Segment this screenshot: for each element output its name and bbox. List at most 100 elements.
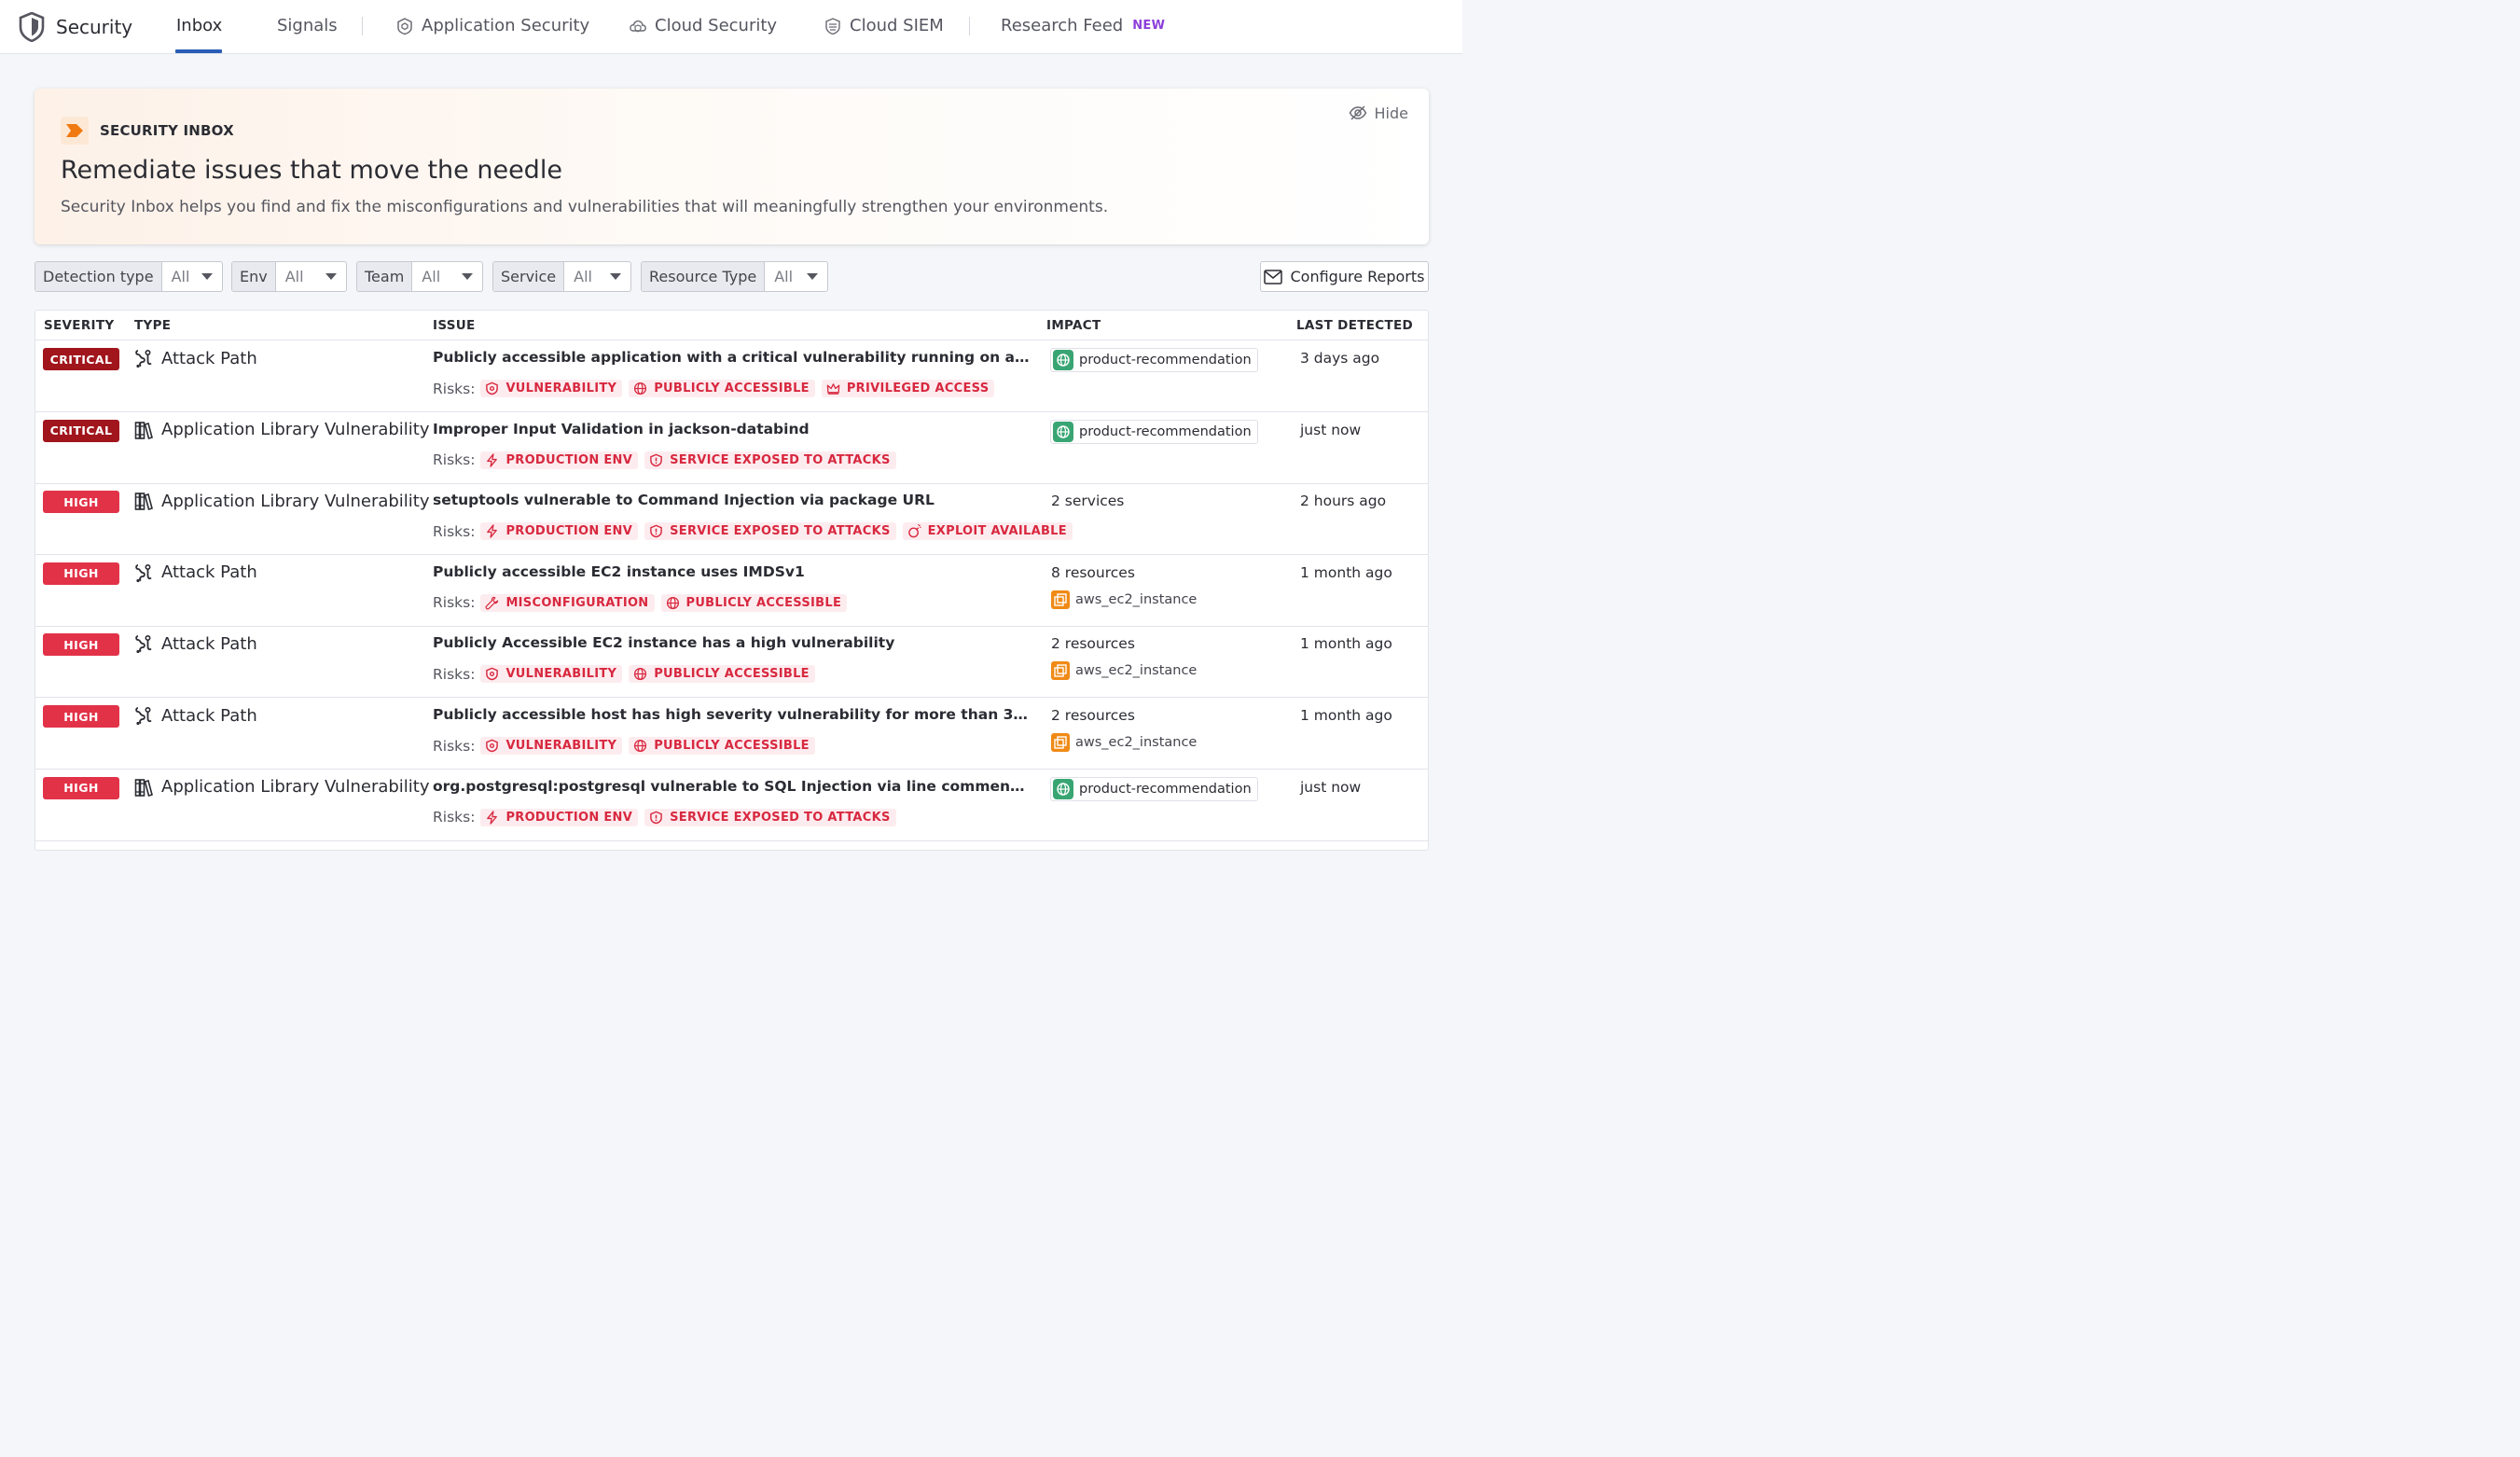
aws-ec2-icon [1051,590,1070,609]
tab-signals[interactable]: Signals [277,16,338,35]
nav-separator [362,17,363,35]
issue-title[interactable]: Publicly accessible host has high severi… [433,706,1030,723]
risks-label: Risks: [433,809,476,826]
impact-count[interactable]: 2 resources [1051,635,1135,652]
impact-service-pill[interactable]: product-recommendation [1050,348,1258,372]
vulnerability-icon [485,382,505,395]
last-detected: 1 month ago [1300,707,1392,724]
impact-count[interactable]: 8 resources [1051,564,1135,581]
risk-label: EXPLOIT AVAILABLE [927,524,1067,539]
filter-label: Env [232,262,276,291]
resource-type-label: aws_ec2_instance [1075,663,1198,679]
issue-title[interactable]: setuptools vulnerable to Command Injecti… [433,492,1030,508]
filter-detection-type[interactable]: Detection type All [35,261,223,292]
filter-value: All [171,268,190,285]
last-detected: 1 month ago [1300,635,1392,653]
issue-type: Application Library Vulnerability [134,491,430,511]
table-row[interactable]: HIGH Attack Path Publicly accessible host … [35,698,1428,770]
filter-env[interactable]: Env All [231,261,347,292]
issue-title[interactable]: Publicly accessible EC2 instance uses IM… [433,563,1030,580]
library-icon [134,777,161,798]
attack-path-icon [134,348,161,368]
tab-inbox[interactable]: Inbox [176,16,222,35]
issue-title[interactable]: Publicly accessible application with a c… [433,349,1030,366]
caret-down-icon [807,273,818,280]
banner-kicker: SECURITY INBOX [100,122,234,139]
filter-select[interactable]: All [564,262,630,291]
last-detected: 2 hours ago [1300,493,1387,510]
filter-select[interactable]: All [412,262,482,291]
siem-shield-icon [824,17,842,35]
banner-description: Security Inbox helps you find and fix th… [61,198,1109,216]
last-detected: just now [1300,778,1362,796]
table-row[interactable]: HIGH Attack Path Publicly accessible EC2 i… [35,555,1428,627]
column-header-last-detected[interactable]: LAST DETECTED [1296,318,1413,333]
tab-application-security[interactable]: Application Security [395,16,589,35]
risk-label: MISCONFIGURATION [505,595,649,610]
inbox-badge [61,117,89,145]
issue-type: Attack Path [134,705,257,726]
type-label: Attack Path [161,705,257,726]
brand[interactable]: Security [19,11,132,43]
impact-resource[interactable]: aws_ec2_instance [1051,733,1197,752]
risk-label: PRODUCTION ENV [505,810,633,825]
risk-chip: PRODUCTION ENV [480,808,639,826]
caret-down-icon [325,273,337,280]
tab-cloud-siem[interactable]: Cloud SIEM [824,16,944,35]
impact-service-pill[interactable]: product-recommendation [1050,776,1258,801]
tab-label: Cloud Security [655,16,778,35]
shield-alert-icon [649,811,670,825]
filter-value: All [422,268,441,285]
risk-label: PUBLICLY ACCESSIBLE [654,382,810,395]
column-header-issue[interactable]: ISSUE [433,318,476,333]
table-row[interactable]: HIGH Application Library Vulnerability org… [35,770,1428,841]
risks: Risks: VULNERABILITY PUBLICLY ACCESSIBLE PR… [433,380,1001,397]
tab-research-feed[interactable]: Research Feed NEW [1001,16,1165,35]
issue-title[interactable]: Publicly Accessible EC2 instance has a h… [433,634,1030,651]
configure-reports-button[interactable]: Configure Reports [1260,261,1429,292]
table-row[interactable]: CRITICAL Application Library Vulnerabilit… [35,412,1428,484]
table-row[interactable]: HIGH Attack Path Publicly Accessible EC2 i… [35,626,1428,699]
issue-title[interactable]: Improper Input Validation in jackson-dat… [433,421,1030,437]
globe-service-icon [1053,778,1073,799]
impact-count[interactable]: 2 services [1051,493,1124,509]
risks: Risks: PRODUCTION ENV SERVICE EXPOSED TO A… [433,522,1079,541]
issue-type: Application Library Vulnerability [134,777,430,798]
impact-resource[interactable]: aws_ec2_instance [1051,661,1198,681]
filter-select[interactable]: All [162,262,222,291]
library-icon [134,420,161,440]
tab-cloud-security[interactable]: Cloud Security [629,16,777,35]
impact-resource[interactable]: aws_ec2_instance [1051,590,1197,609]
vulnerability-icon [485,739,505,753]
issue-title[interactable]: org.postgresql:postgresql vulnerable to … [433,778,1030,795]
hide-banner-button[interactable]: Hide [1349,104,1408,122]
issues-table: SEVERITY TYPE ISSUE IMPACT LAST DETECTED… [35,310,1429,851]
table-row[interactable]: HIGH Application Library Vulnerability set… [35,483,1428,556]
severity-badge: HIGH [43,491,119,514]
risks-label: Risks: [433,737,476,755]
filter-service[interactable]: Service All [492,261,631,292]
filter-team[interactable]: Team All [356,261,483,292]
risk-label: VULNERABILITY [505,667,617,682]
filter-select[interactable]: All [765,262,827,291]
column-header-type[interactable]: TYPE [134,318,171,333]
risk-label: SERVICE EXPOSED TO ATTACKS [670,524,891,539]
table-row[interactable]: CRITICAL Attack Path Publicly accessible a… [35,340,1428,412]
risks: Risks: VULNERABILITY PUBLICLY ACCESSIBLE [433,737,822,755]
lightning-icon [485,810,505,825]
type-label: Application Library Vulnerability [161,777,430,798]
shield-alert-icon [649,524,670,538]
column-header-severity[interactable]: SEVERITY [44,318,114,333]
filter-resource-type[interactable]: Resource Type All [641,261,828,292]
type-label: Attack Path [161,348,257,368]
impact-service-pill[interactable]: product-recommendation [1050,419,1258,444]
risk-chip: VULNERABILITY [480,665,623,684]
top-nav: Security Inbox Signals Application Secur… [0,0,1462,54]
filter-select[interactable]: All [276,262,346,291]
last-detected: just now [1300,421,1362,438]
impact-count[interactable]: 2 resources [1051,707,1135,724]
risks: Risks: PRODUCTION ENV SERVICE EXPOSED TO A… [433,808,903,826]
column-header-impact[interactable]: IMPACT [1046,318,1101,333]
risk-chip: SERVICE EXPOSED TO ATTACKS [644,522,896,541]
tab-label: Inbox [176,16,223,35]
